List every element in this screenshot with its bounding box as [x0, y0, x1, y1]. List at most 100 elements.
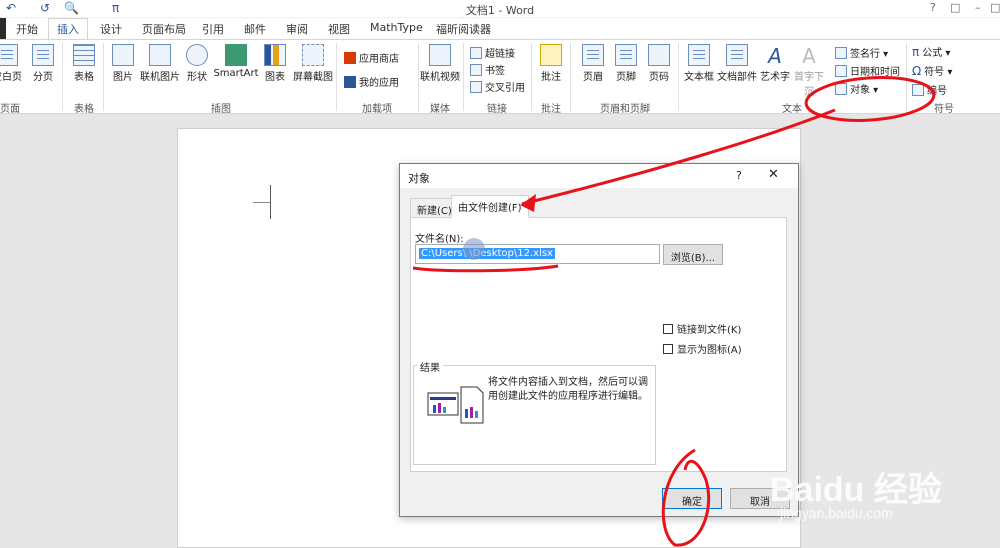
- header-icon: [582, 44, 604, 66]
- group-label-text: 文本: [782, 104, 802, 115]
- numbering-icon: [912, 84, 924, 96]
- group-label-media: 媒体: [430, 104, 450, 115]
- screenshot-button[interactable]: 屏幕截图: [291, 44, 335, 83]
- ok-button[interactable]: 确定: [662, 488, 722, 509]
- title-bar: ↶ ↺ 🔍 π 文档1 - Word ? □ – □: [0, 0, 1000, 18]
- filename-value: C:\Users\ \Desktop\12.xlsx: [419, 248, 555, 259]
- group-label-addins: 加载项: [362, 104, 392, 115]
- filename-input[interactable]: C:\Users\ \Desktop\12.xlsx: [415, 244, 660, 264]
- hyperlink-button[interactable]: 超链接: [470, 45, 515, 60]
- pi-icon: π: [912, 45, 920, 59]
- signature-line-button[interactable]: 签名行 ▾: [835, 45, 888, 60]
- insert-file-icon: [427, 386, 484, 424]
- store-icon: [344, 52, 356, 64]
- from-file-tab-panel: 文件名(N): C:\Users\ \Desktop\12.xlsx 浏览(B)…: [410, 217, 787, 472]
- pictures-button[interactable]: 图片: [111, 44, 135, 83]
- quick-parts-icon: [726, 44, 748, 66]
- group-label-pages: 页面: [0, 104, 20, 115]
- symbol-button[interactable]: Ω 符号 ▾: [912, 63, 952, 78]
- tab-page-layout[interactable]: 页面布局: [142, 21, 186, 37]
- window-title: 文档1 - Word: [465, 4, 535, 17]
- textbox-icon: [688, 44, 710, 66]
- video-icon: [429, 44, 451, 66]
- help-icon[interactable]: ?: [930, 1, 936, 14]
- tab-home[interactable]: 开始: [16, 21, 38, 37]
- blurred-username: [463, 238, 485, 260]
- group-label-links: 链接: [487, 104, 507, 115]
- footer-button[interactable]: 页脚: [613, 44, 639, 83]
- tab-mailings[interactable]: 邮件: [244, 21, 266, 37]
- store-button[interactable]: 应用商店: [344, 50, 399, 65]
- header-button[interactable]: 页眉: [580, 44, 606, 83]
- drop-cap-icon: A: [802, 44, 816, 68]
- dialog-title: 对象: [408, 172, 430, 185]
- textbox-button[interactable]: 文本框: [682, 44, 716, 83]
- tab-design[interactable]: 设计: [100, 21, 122, 37]
- date-time-button[interactable]: 日期和时间: [835, 63, 900, 78]
- smartart-button[interactable]: SmartArt: [213, 44, 259, 79]
- ribbon-display-icon[interactable]: □: [950, 1, 960, 14]
- signature-line-icon: [835, 47, 847, 59]
- dialog-close-button[interactable]: ✕: [768, 167, 779, 182]
- table-icon: [73, 44, 95, 66]
- dialog-title-bar: 对象 ? ✕: [400, 164, 798, 188]
- tab-mathtype[interactable]: MathType: [370, 21, 423, 34]
- dialog-help-button[interactable]: ?: [736, 169, 742, 182]
- watermark-url: jingyan.baidu.com: [780, 505, 893, 521]
- blank-page-button[interactable]: 空白页: [0, 44, 22, 83]
- display-as-icon-checkbox[interactable]: 显示为图标(A): [663, 341, 742, 356]
- smartart-icon: [225, 44, 247, 66]
- page-number-button[interactable]: 页码: [646, 44, 672, 83]
- cross-reference-button[interactable]: 交叉引用: [470, 79, 525, 94]
- bookmark-button[interactable]: 书签: [470, 62, 505, 77]
- tab-insert[interactable]: 插入: [48, 18, 88, 40]
- cross-reference-icon: [470, 81, 482, 93]
- tab-foxit-reader[interactable]: 福昕阅读器: [436, 21, 491, 37]
- my-apps-button[interactable]: 我的应用: [344, 74, 399, 89]
- tab-review[interactable]: 审阅: [286, 21, 308, 37]
- wordart-button[interactable]: A 艺术字: [758, 44, 792, 83]
- result-caption: 结果: [417, 359, 443, 374]
- file-tab-edge[interactable]: [0, 18, 6, 39]
- bookmark-icon: [470, 64, 482, 76]
- shapes-icon: [186, 44, 208, 66]
- omega-icon: Ω: [912, 64, 922, 78]
- ribbon: 空白页 分页 页面 表格 表格 图片 联机图片 形状 SmartArt 图表 屏…: [0, 39, 1000, 115]
- footer-icon: [615, 44, 637, 66]
- group-label-illustrations: 插图: [211, 104, 231, 115]
- object-button[interactable]: 对象 ▾: [835, 81, 878, 96]
- tab-view[interactable]: 视图: [328, 21, 350, 37]
- ribbon-tabs: 开始 插入 设计 页面布局 引用 邮件 审阅 视图 MathType 福昕阅读器: [0, 18, 1000, 40]
- page-break-icon: [32, 44, 54, 66]
- group-label-header-footer: 页眉和页脚: [600, 104, 650, 115]
- object-dialog: 对象 ? ✕ 新建(C) 文件名(N): C:\Users\ \Desktop\…: [399, 163, 799, 517]
- comment-icon: [540, 44, 562, 66]
- browse-button[interactable]: 浏览(B)...: [663, 244, 723, 265]
- shapes-button[interactable]: 形状: [185, 44, 209, 83]
- tab-references[interactable]: 引用: [202, 21, 224, 37]
- screenshot-icon: [302, 44, 324, 66]
- result-description: 将文件内容插入到文档，然后可以调用创建此文件的应用程序进行编辑。: [488, 377, 648, 402]
- online-picture-icon: [149, 44, 171, 66]
- quick-parts-button[interactable]: 文档部件: [716, 44, 758, 83]
- comment-button[interactable]: 批注: [538, 44, 564, 83]
- chart-button[interactable]: 图表: [263, 44, 287, 83]
- group-label-symbols: 符号: [934, 104, 954, 115]
- date-time-icon: [835, 65, 847, 77]
- link-to-file-checkbox[interactable]: 链接到文件(K): [663, 321, 741, 336]
- page-number-icon: [648, 44, 670, 66]
- object-icon: [835, 83, 847, 95]
- wordart-icon: A: [768, 44, 782, 68]
- drop-cap-button[interactable]: A 首字下沉: [790, 44, 828, 98]
- online-video-button[interactable]: 联机视频: [420, 44, 460, 83]
- tab-create-from-file[interactable]: 由文件创建(F): [451, 195, 529, 218]
- page-break-button[interactable]: 分页: [30, 44, 56, 83]
- minimize-icon[interactable]: –: [975, 1, 981, 14]
- numbering-button[interactable]: 编号: [912, 82, 947, 97]
- maximize-icon[interactable]: □: [990, 1, 1000, 14]
- hyperlink-icon: [470, 47, 482, 59]
- online-pictures-button[interactable]: 联机图片: [139, 44, 181, 83]
- equation-button[interactable]: π 公式 ▾: [912, 44, 950, 59]
- group-label-tables: 表格: [74, 104, 94, 115]
- table-button[interactable]: 表格: [70, 44, 98, 83]
